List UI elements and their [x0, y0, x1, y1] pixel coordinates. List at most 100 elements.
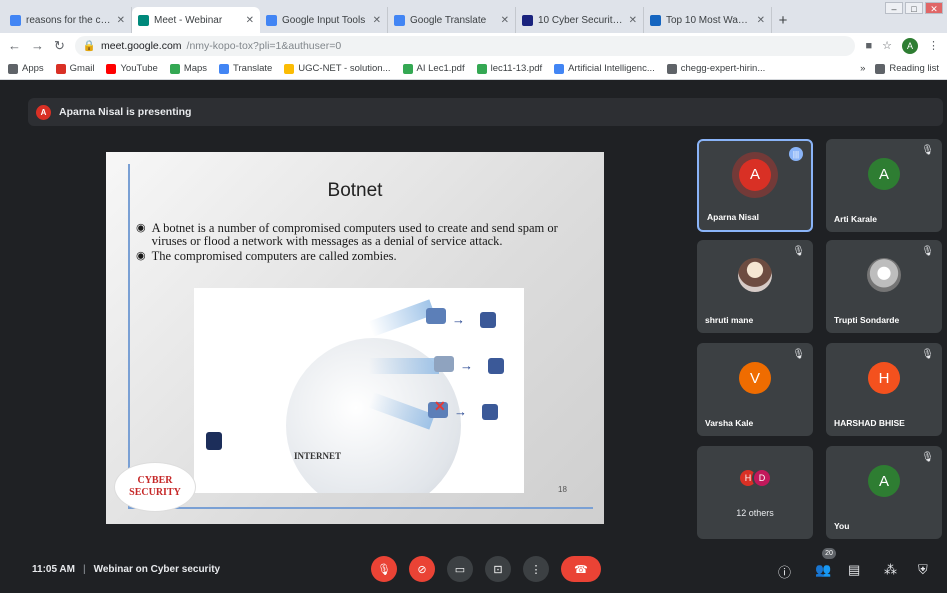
bookmark-apps[interactable]: Apps [8, 63, 44, 74]
captions-button[interactable]: ▭ [447, 556, 473, 582]
camera-indicator-icon[interactable]: ■ [865, 40, 872, 52]
reading-list-button[interactable]: Reading list [875, 63, 939, 74]
maps-icon [169, 63, 180, 74]
bookmark-gmail[interactable]: Gmail [55, 63, 94, 74]
reload-icon[interactable]: ↻ [54, 38, 65, 54]
self-tile[interactable]: 🎙 A You [826, 446, 942, 539]
tab-title: reasons for the cyber [26, 14, 112, 26]
more-menu-icon[interactable]: ⋮ [928, 39, 939, 52]
meeting-title: Webinar on Cyber security [93, 564, 221, 575]
translate-icon [219, 63, 230, 74]
attack-beam [369, 358, 439, 374]
participant-avatar: V [739, 362, 771, 395]
people-icon[interactable]: 👥 [815, 562, 831, 578]
participant-tile[interactable]: 🎙 Trupti Sondarde [826, 240, 942, 333]
mic-muted-icon: 🎙 [921, 145, 934, 156]
participant-tile[interactable]: ||| A Aparna Nisal [697, 139, 813, 232]
bookmark-label: lec11-13.pdf [490, 63, 543, 74]
profile-avatar[interactable]: A [902, 37, 918, 54]
bookmark-translate[interactable]: Translate [219, 63, 272, 74]
slide-title: Botnet [327, 180, 383, 201]
bookmark-youtube[interactable]: YouTube [106, 63, 158, 74]
close-icon[interactable]: ✕ [629, 15, 637, 26]
botnet-diagram: ✕ → → → INTERNET [194, 288, 524, 493]
close-icon[interactable]: ✕ [246, 15, 254, 26]
tab-title: Google Input Tools [282, 14, 366, 26]
bookmark-label: Translate [233, 63, 273, 74]
bookmark-ugc[interactable]: UGC-NET - solution... [284, 63, 391, 74]
bookmarks-bar: Apps Gmail YouTube Maps Translate UGC-NE… [0, 58, 947, 80]
internet-label: INTERNET [294, 451, 342, 461]
bookmark-lec11[interactable]: lec11-13.pdf [476, 63, 543, 74]
others-tile[interactable]: H D 12 others [697, 446, 813, 539]
bullet-icon: ◉ [136, 222, 146, 234]
bookmark-ai[interactable]: Artificial Intelligenc... [554, 63, 655, 74]
speaking-indicator-icon: ||| [789, 147, 803, 161]
participant-tile[interactable]: 🎙 V Varsha Kale [697, 343, 813, 436]
attack-beam [368, 299, 435, 337]
badge-line: SECURITY [129, 487, 181, 498]
browser-tab[interactable]: Top 10 Most Wanted ✕ [644, 7, 772, 33]
browser-tab[interactable]: reasons for the cyber ✕ [4, 7, 132, 33]
window-close-icon[interactable]: ✕ [925, 2, 943, 14]
presenting-banner: A Aparna Nisal is presenting [28, 98, 943, 126]
others-count: 12 others [736, 508, 774, 518]
meeting-info: 11:05 AM | Webinar on Cyber security [32, 564, 220, 575]
bookmark-maps[interactable]: Maps [169, 63, 207, 74]
slide-bullet: ◉ The compromised computers are called zo… [136, 250, 586, 263]
close-icon[interactable]: ✕ [373, 15, 381, 26]
info-icon[interactable]: ⓘ [778, 562, 791, 581]
close-icon[interactable]: ✕ [117, 15, 125, 26]
new-tab-button[interactable]: + [772, 7, 794, 33]
star-icon[interactable]: ☆ [882, 39, 892, 52]
user-computer-icon [482, 404, 498, 420]
participant-name: Aparna Nisal [707, 212, 759, 222]
participant-avatar: A [868, 465, 900, 498]
bookmark-chegg[interactable]: chegg-expert-hirin... [666, 63, 765, 74]
tab-favicon-icon [266, 14, 277, 26]
microphone-toggle-button[interactable]: 🎙 [371, 556, 397, 582]
camera-toggle-button[interactable]: ⊘ [409, 556, 435, 582]
url-domain: meet.google.com [100, 39, 182, 52]
participant-photo [867, 258, 901, 293]
bookmark-ai-lec[interactable]: AI Lec1.pdf [402, 63, 465, 74]
bookmark-label: Artificial Intelligenc... [568, 63, 655, 74]
browser-tab[interactable]: Google Translate ✕ [388, 7, 516, 33]
browser-tab[interactable]: 10 Cyber Security A ✕ [516, 7, 644, 33]
tab-title: Google Translate [410, 14, 487, 26]
mic-muted-icon: 🎙 [921, 452, 934, 463]
chat-icon[interactable]: ▤ [848, 562, 860, 578]
leave-call-button[interactable]: ☎ [561, 556, 601, 582]
close-icon[interactable]: ✕ [501, 15, 509, 26]
back-icon[interactable]: ← [8, 38, 21, 53]
blocked-icon: ✕ [434, 398, 446, 414]
participant-tile[interactable]: 🎙 H HARSHAD BHISE [826, 343, 942, 436]
participant-photo [738, 258, 772, 293]
browser-tab-active[interactable]: Meet - Webinar ✕ [132, 7, 260, 33]
present-button[interactable]: ⊡ [485, 556, 511, 582]
participant-tile[interactable]: 🎙 A Arti Karale [826, 139, 942, 232]
tab-favicon-icon [394, 14, 405, 26]
host-controls-icon[interactable]: ⛨ [918, 562, 928, 578]
more-options-button[interactable]: ⋮ [523, 556, 549, 582]
forward-icon[interactable]: → [31, 38, 44, 53]
badge-line: CYBER [137, 475, 173, 486]
user-computer-icon [488, 358, 504, 374]
arrow-icon: → [454, 404, 467, 419]
camera-off-icon: ⊘ [417, 563, 427, 576]
url-field[interactable]: 🔒 meet.google.com/nmy-kopo-tox?pli=1&aut… [74, 35, 856, 56]
maximize-icon[interactable]: □ [905, 2, 923, 14]
participant-name: Trupti Sondarde [834, 315, 900, 325]
browser-tab-strip: reasons for the cyber ✕ Meet - Webinar ✕… [0, 0, 947, 33]
browser-tab[interactable]: Google Input Tools ✕ [260, 7, 388, 33]
present-icon: ⊡ [493, 563, 503, 576]
server-icon [434, 356, 454, 372]
close-icon[interactable]: ✕ [757, 15, 765, 26]
participant-tile[interactable]: 🎙 shruti mane [697, 240, 813, 333]
activities-icon[interactable]: ⁂ [884, 562, 897, 578]
more-bookmarks-icon[interactable]: » [860, 63, 865, 74]
minimize-icon[interactable]: – [885, 2, 903, 14]
server-icon [426, 308, 446, 324]
participant-name: Arti Karale [834, 214, 877, 224]
mic-muted-icon: 🎙 [792, 349, 805, 360]
